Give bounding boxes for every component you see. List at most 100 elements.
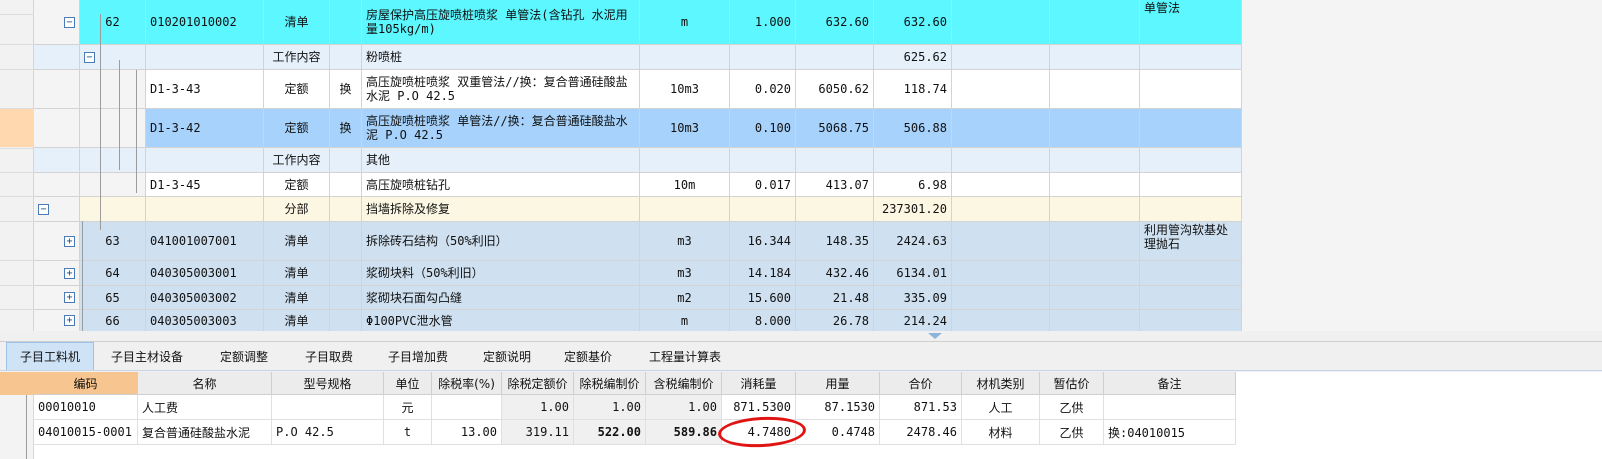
unit-cell: 10m3 xyxy=(640,70,730,108)
quota-row[interactable]: − 62 010201010002 清单 房屋保护高压旋喷桩喷浆 单管法(含钻孔 水泥用… xyxy=(34,0,1242,45)
splitter-arrow-icon[interactable] xyxy=(928,333,942,339)
quota-row[interactable]: − 工作内容 粉喷桩 625.62 xyxy=(34,45,1242,70)
material-row[interactable]: 00010010 人工费 元 1.00 1.00 1.00 871.5300 87.1530 8… xyxy=(34,395,1236,420)
material-cell xyxy=(1104,395,1236,419)
empty-cell xyxy=(952,148,1050,172)
category-cell: 定额 xyxy=(264,173,330,196)
name-cell: 浆砌块料（50%利旧） xyxy=(362,261,640,285)
expand-toggle-icon[interactable]: + xyxy=(64,267,75,279)
material-cell-text: 复合普通硅酸盐水泥 xyxy=(142,425,251,440)
column-header[interactable]: 除税编制价 xyxy=(574,372,646,394)
qty-text: 1.000 xyxy=(754,15,791,29)
seq-text: 65 xyxy=(105,290,120,305)
tab-4[interactable]: 子目取费 xyxy=(288,342,370,370)
column-header[interactable]: 单位 xyxy=(384,372,432,394)
tab-8[interactable]: 工程量计算表 xyxy=(628,342,742,370)
material-cell[interactable] xyxy=(432,395,502,419)
name-cell: 高压旋喷桩喷浆 双重管法//换：复合普通硅酸盐水泥 P.O 42.5 xyxy=(362,70,640,108)
tab-1[interactable]: 子目工料机 xyxy=(6,342,94,370)
collapse-toggle-icon[interactable]: − xyxy=(64,16,75,28)
tab-5[interactable]: 子目增加费 xyxy=(370,342,466,370)
name-cell: 挡墙拆除及修复 xyxy=(362,197,640,221)
category-cell: 工作内容 xyxy=(264,45,330,69)
indent-cell: + xyxy=(34,261,80,285)
column-header[interactable]: 除税定额价 xyxy=(502,372,574,394)
empty-cell xyxy=(952,70,1050,108)
material-cell-text: 人工 xyxy=(988,400,1013,415)
mark-cell xyxy=(330,286,362,309)
grid-empty-area xyxy=(1242,0,1602,331)
material-cell[interactable]: 87.1530 xyxy=(796,395,880,419)
expand-toggle-icon[interactable]: + xyxy=(64,315,75,326)
mark-cell xyxy=(330,197,362,221)
material-cell-text: 人工费 xyxy=(142,400,179,415)
price-cell xyxy=(796,148,874,172)
column-header[interactable]: 除税率(%) xyxy=(432,372,502,394)
empty-cell xyxy=(1050,148,1140,172)
collapse-toggle-icon[interactable]: − xyxy=(84,51,95,63)
tree-line xyxy=(82,221,83,331)
name-text: Φ100PVC泄水管 xyxy=(366,313,453,328)
price-cell: 148.35 xyxy=(796,222,874,260)
name-text: 其他 xyxy=(366,153,391,167)
quota-row[interactable]: D1-3-43 定额 换高压旋喷桩喷浆 双重管法//换：复合普通硅酸盐水泥 P.O … xyxy=(34,70,1242,109)
indent-cell: + xyxy=(34,222,80,260)
material-cell-text: 871.5300 xyxy=(733,400,791,414)
column-header[interactable]: 含税编制价 xyxy=(646,372,722,394)
price-cell: 6050.62 xyxy=(796,70,874,108)
unit-cell: 10m3 xyxy=(640,109,730,147)
name-cell: 浆砌块石面勾凸缝 xyxy=(362,286,640,309)
column-header[interactable]: 消耗量 xyxy=(722,372,796,394)
quota-row[interactable]: +63 041001007001 清单 拆除砖石结构（50%利旧） m3 16.344 14… xyxy=(34,222,1242,261)
total-text: 632.60 xyxy=(903,15,947,29)
price-text: 5068.75 xyxy=(818,121,869,135)
category-cell: 清单 xyxy=(264,0,330,44)
column-header[interactable]: 型号规格 xyxy=(272,372,384,394)
quota-row[interactable]: D1-3-45 定额 高压旋喷桩钻孔 10m 0.017 413.07 6.98 xyxy=(34,173,1242,197)
material-cell[interactable]: 0.4748 xyxy=(796,420,880,444)
column-header[interactable]: 材机类别 xyxy=(962,372,1040,394)
column-header[interactable]: 名称 xyxy=(138,372,272,394)
material-cell: 1.00 xyxy=(574,395,646,419)
tab-6[interactable]: 定额说明 xyxy=(466,342,548,370)
material-cell-text: 87.1530 xyxy=(824,400,875,414)
material-cell: 871.53 xyxy=(880,395,962,419)
material-cell[interactable]: 871.5300 xyxy=(722,395,796,419)
quota-row[interactable]: +65 040305003002 清单 浆砌块石面勾凸缝 m2 15.600 21.48 33… xyxy=(34,286,1242,310)
quota-row[interactable]: +66 040305003003 清单 Φ100PVC泄水管 m 8.000 26.78 21… xyxy=(34,310,1242,331)
column-header[interactable]: 用量 xyxy=(796,372,880,394)
category-text: 清单 xyxy=(284,234,309,248)
empty-cell xyxy=(1050,173,1140,196)
total-cell: 214.24 xyxy=(874,310,952,331)
quota-row[interactable]: 工作内容 其他 xyxy=(34,148,1242,173)
code-text: 041001007001 xyxy=(150,234,237,248)
tab-7[interactable]: 定额基价 xyxy=(548,342,628,370)
material-row[interactable]: 04010015-0001 复合普通硅酸盐水泥 P.O 42.5 t 13.00 319.… xyxy=(34,420,1236,445)
unit-cell xyxy=(640,197,730,221)
tab-3[interactable]: 定额调整 xyxy=(200,342,288,370)
expand-toggle-icon[interactable]: + xyxy=(64,235,75,247)
qty-cell: 0.100 xyxy=(730,109,796,147)
name-text: 拆除砖石结构（50%利旧） xyxy=(366,234,508,248)
toggle-holder: + xyxy=(38,262,75,284)
empty-cell xyxy=(952,173,1050,196)
quota-row[interactable]: +64 040305003001 清单 浆砌块料（50%利旧） m3 14.184 432.… xyxy=(34,261,1242,286)
column-header[interactable]: 备注 xyxy=(1104,372,1236,394)
quota-row[interactable]: − 分部 挡墙拆除及修复 237301.20 xyxy=(34,197,1242,222)
tab-2[interactable]: 子目主材设备 xyxy=(94,342,200,370)
collapse-toggle-icon[interactable]: − xyxy=(38,203,49,215)
price-cell: 26.78 xyxy=(796,310,874,331)
expand-toggle-icon[interactable]: + xyxy=(64,292,75,303)
column-header[interactable]: 编码 xyxy=(34,372,138,394)
material-cell: 319.11 xyxy=(502,420,574,444)
name-cell: Φ100PVC泄水管 xyxy=(362,310,640,331)
quota-row[interactable]: D1-3-42 定额 换高压旋喷桩喷浆 单管法//换：复合普通硅酸盐水泥 P.O 4… xyxy=(34,109,1242,148)
toggle-holder: + xyxy=(38,287,75,308)
column-header[interactable]: 暂估价 xyxy=(1040,372,1104,394)
category-text: 定额 xyxy=(284,177,309,192)
category-cell: 清单 xyxy=(264,286,330,309)
material-cell[interactable]: 13.00 xyxy=(432,420,502,444)
total-text: 335.09 xyxy=(903,290,947,305)
mark-cell xyxy=(330,173,362,196)
column-header[interactable]: 合价 xyxy=(880,372,962,394)
